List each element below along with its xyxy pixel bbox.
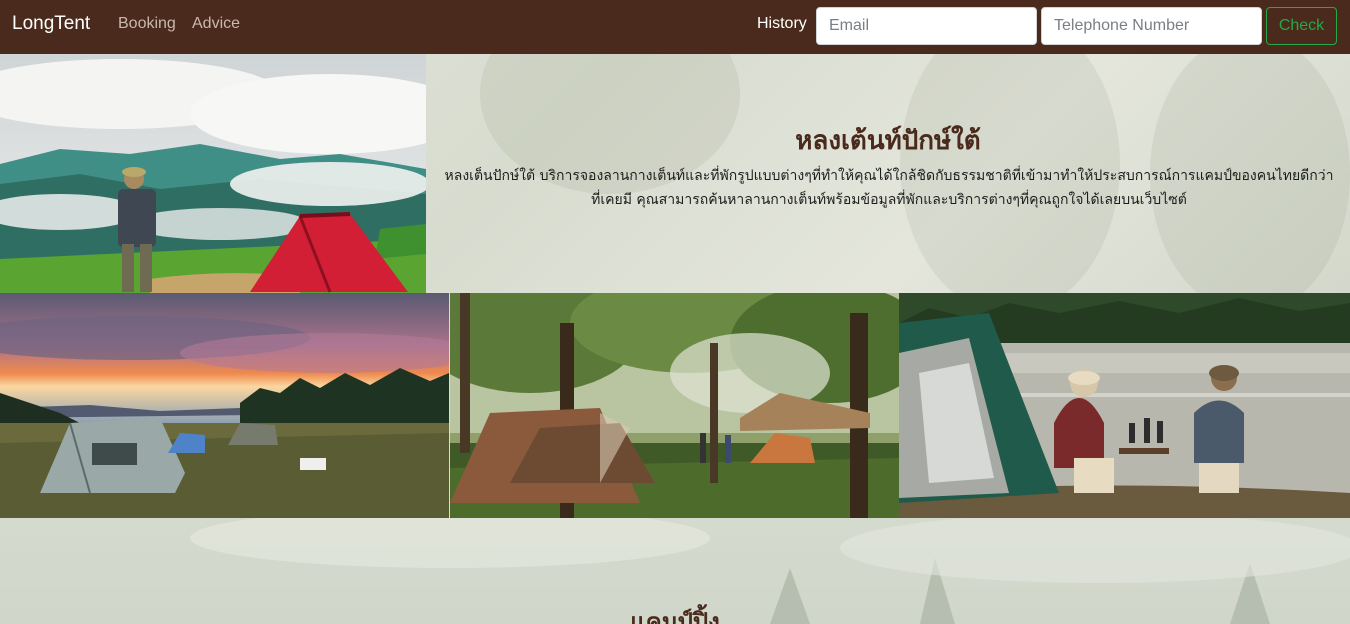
hero-section: หลงเต้นท์ปักษ์ใต้ หลงเต็นปักษ์ใต้ บริการ… (0, 54, 1350, 293)
section-title: แคมป์ปิ้ง (630, 607, 720, 624)
email-input[interactable] (816, 7, 1037, 45)
camping-section: แคมป์ปิ้ง (0, 518, 1350, 624)
navbar: LongTent Booking Advice History Check (0, 0, 1350, 54)
photo-gallery (0, 293, 1350, 518)
brand-logo[interactable]: LongTent (12, 13, 90, 35)
nav-link-advice[interactable]: Advice (192, 15, 240, 33)
history-label: History (757, 15, 807, 32)
nav-link-booking[interactable]: Booking (118, 15, 176, 33)
hero-text-block: หลงเต้นท์ปักษ์ใต้ หลงเต็นปักษ์ใต้ บริการ… (426, 54, 1350, 293)
hero-title: หลงเต้นท์ปักษ์ใต้ (795, 126, 981, 156)
gallery-image-sunset-camp (0, 293, 449, 518)
hero-image-hiker-tent (0, 54, 426, 293)
hero-description: หลงเต็นปักษ์ใต้ บริการจองลานกางเต็นท์และ… (444, 168, 1334, 208)
check-button[interactable]: Check (1266, 7, 1337, 45)
gallery-image-lake-camp (899, 293, 1350, 518)
gallery-image-forest-camp (450, 293, 899, 518)
telephone-input[interactable] (1041, 7, 1262, 45)
